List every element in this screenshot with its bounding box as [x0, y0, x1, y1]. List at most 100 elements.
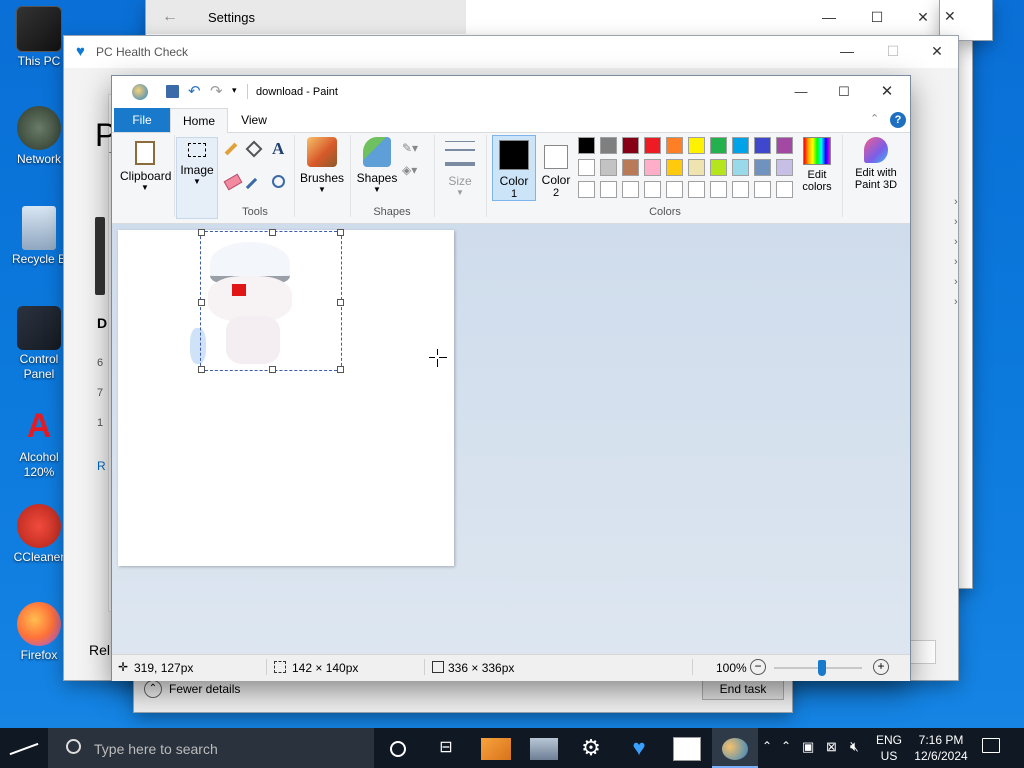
show-hidden-icons-chevron[interactable]: ⌃ — [781, 739, 791, 753]
fill-icon[interactable]: ◈▾ — [402, 163, 417, 177]
settings-maximize-button[interactable]: ☐ — [854, 2, 900, 32]
palette-swatch[interactable] — [688, 181, 705, 198]
palette-swatch[interactable] — [600, 181, 617, 198]
color1-button[interactable]: Color 1 — [492, 135, 536, 201]
clipboard-button[interactable]: Clipboard ▼ — [120, 137, 171, 217]
customize-qat-icon[interactable]: ▾ — [232, 85, 237, 96]
save-icon[interactable] — [166, 85, 179, 98]
palette-swatch[interactable] — [644, 159, 661, 176]
palette-swatch[interactable] — [578, 137, 595, 154]
taskbar-app-paint[interactable] — [712, 728, 758, 768]
tab-file[interactable]: File — [114, 108, 170, 132]
search-box[interactable]: Type here to search — [48, 728, 374, 768]
palette-swatch[interactable] — [666, 137, 683, 154]
paint-close-button[interactable]: ✕ — [864, 77, 910, 107]
volume-muted-icon[interactable]: 🔇︎ — [850, 738, 859, 755]
color2-button[interactable]: Color 2 — [536, 135, 576, 199]
paint-maximize-button[interactable]: ☐ — [821, 77, 867, 107]
palette-swatch[interactable] — [754, 137, 771, 154]
palette-swatch[interactable] — [622, 137, 639, 154]
palette-swatch[interactable] — [732, 159, 749, 176]
palette-swatch[interactable] — [578, 159, 595, 176]
selection-handle[interactable] — [269, 366, 276, 373]
palette-swatch[interactable] — [732, 181, 749, 198]
magnifier-icon[interactable] — [272, 175, 285, 188]
shapes-button[interactable]: Shapes ▼ — [354, 137, 400, 201]
image-button[interactable]: Image ▼ — [176, 137, 218, 219]
palette-swatch[interactable] — [710, 159, 727, 176]
zoom-slider-thumb[interactable] — [818, 660, 827, 676]
undo-icon[interactable]: ↶ — [188, 82, 201, 100]
palette-swatch[interactable] — [600, 137, 617, 154]
taskbar-app-settings[interactable]: ⚙ — [568, 728, 614, 768]
language-indicator[interactable]: ENG US — [874, 732, 904, 764]
edit-colors-button[interactable]: Edit colors — [798, 137, 836, 201]
taskbar-app-photos[interactable] — [664, 728, 710, 768]
overflow-chevron-icon[interactable]: ⌃ — [762, 739, 772, 753]
search-input[interactable]: Type here to search — [94, 741, 218, 757]
eraser-icon[interactable] — [223, 173, 243, 191]
palette-swatch[interactable] — [754, 181, 771, 198]
zoom-slider[interactable] — [774, 660, 862, 676]
selection-handle[interactable] — [198, 299, 205, 306]
taskbar-app-file-explorer[interactable] — [473, 728, 519, 768]
pencil-icon[interactable] — [224, 142, 238, 156]
palette-swatch[interactable] — [710, 137, 727, 154]
taskbar-app-health-check[interactable]: ♥ — [616, 728, 662, 768]
palette-swatch[interactable] — [644, 181, 661, 198]
palette-swatch[interactable] — [688, 137, 705, 154]
paint-minimize-button[interactable]: — — [778, 77, 824, 107]
rename-link-fragment[interactable]: R — [97, 459, 106, 473]
fewer-details-button[interactable]: Fewer details — [169, 682, 240, 696]
network-status-icon[interactable]: ▣ — [802, 739, 814, 755]
back-arrow-icon[interactable]: ← — [162, 8, 178, 26]
tab-view[interactable]: View — [232, 108, 276, 132]
fill-bucket-icon[interactable] — [245, 140, 263, 158]
palette-swatch[interactable] — [710, 181, 727, 198]
task-view-icon[interactable]: ⊟ — [423, 728, 469, 768]
zoom-out-button[interactable]: − — [750, 659, 766, 675]
taskbar-app-monitor[interactable] — [521, 728, 567, 768]
settings-minimize-button[interactable]: — — [806, 2, 852, 32]
selection-handle[interactable] — [337, 299, 344, 306]
clock[interactable]: 7:16 PM 12/6/2024 — [910, 732, 972, 764]
drawing-canvas[interactable] — [118, 229, 454, 566]
chevron-up-icon[interactable]: ⌃ — [144, 680, 162, 698]
collapse-ribbon-icon[interactable]: ⌃ — [870, 112, 879, 125]
selection-rectangle[interactable] — [198, 229, 344, 373]
palette-swatch[interactable] — [622, 159, 639, 176]
palette-swatch[interactable] — [754, 159, 771, 176]
start-button[interactable] — [0, 728, 48, 768]
health-close-button[interactable]: ✕ — [914, 36, 960, 66]
selection-handle[interactable] — [198, 229, 205, 236]
notification-icon[interactable] — [982, 738, 1000, 753]
palette-swatch[interactable] — [578, 181, 595, 198]
zoom-in-button[interactable]: + — [873, 659, 889, 675]
end-task-button[interactable]: End task — [702, 678, 784, 700]
redo-icon[interactable]: ↷ — [210, 82, 223, 100]
palette-swatch[interactable] — [776, 159, 793, 176]
selection-handle[interactable] — [198, 366, 205, 373]
text-tool-icon[interactable]: A — [272, 139, 284, 159]
palette-swatch[interactable] — [622, 181, 639, 198]
color-picker-icon[interactable] — [245, 177, 258, 190]
background-window-close-icon[interactable]: ✕ — [944, 8, 956, 25]
outline-icon[interactable]: ✎▾ — [402, 141, 418, 155]
selection-handle[interactable] — [337, 366, 344, 373]
palette-swatch[interactable] — [666, 159, 683, 176]
health-minimize-button[interactable]: — — [824, 36, 870, 66]
brushes-button[interactable]: Brushes ▼ — [298, 137, 346, 201]
palette-swatch[interactable] — [776, 137, 793, 154]
selection-handle[interactable] — [269, 229, 276, 236]
health-maximize-button[interactable]: ☐ — [870, 36, 916, 66]
palette-swatch[interactable] — [644, 137, 661, 154]
edit-with-paint3d-button[interactable]: Edit with Paint 3D — [846, 137, 906, 201]
task-view-button[interactable] — [375, 728, 421, 768]
tab-home[interactable]: Home — [170, 108, 228, 134]
selection-handle[interactable] — [337, 229, 344, 236]
palette-swatch[interactable] — [666, 181, 683, 198]
help-icon[interactable]: ? — [890, 112, 906, 128]
palette-swatch[interactable] — [600, 159, 617, 176]
security-icon[interactable]: ⊠ — [826, 739, 837, 755]
palette-swatch[interactable] — [688, 159, 705, 176]
